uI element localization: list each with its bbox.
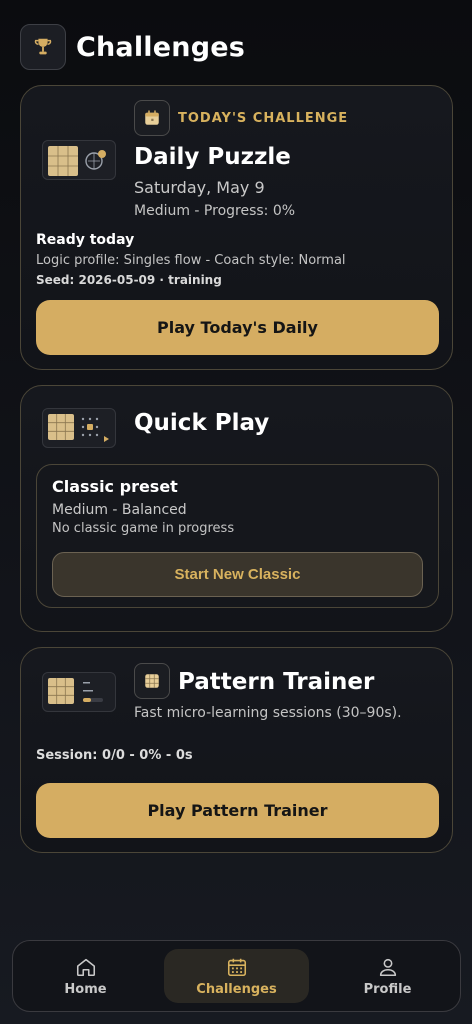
calendar-icon <box>227 958 246 976</box>
play-pattern-trainer-button[interactable]: Play Pattern Trainer <box>36 783 439 838</box>
start-new-classic-button[interactable]: Start New Classic <box>52 552 423 597</box>
nav-label-profile: Profile <box>363 981 412 997</box>
daily-puzzle-card: TODAY'S CHALLENGE Daily Puzzle Saturday,… <box>20 85 453 370</box>
daily-puzzle-date: Saturday, May 9 <box>134 178 265 197</box>
trophy-icon <box>20 24 66 70</box>
pattern-trainer-card: Pattern Trainer Fast micro-learning sess… <box>20 647 453 853</box>
home-icon <box>76 958 95 976</box>
nav-item-home[interactable]: Home <box>13 941 158 1011</box>
pattern-trainer-description: Fast micro-learning sessions (30–90s). <box>134 705 402 721</box>
calendar-badge-icon <box>134 100 170 136</box>
page-title: Challenges <box>76 31 246 63</box>
quick-play-thumbnail <box>42 408 116 448</box>
classic-preset-title: Classic preset <box>52 477 178 496</box>
daily-status: Ready today <box>36 232 135 248</box>
classic-preset-meta: Medium - Balanced <box>52 502 187 518</box>
todays-challenge-badge: TODAY'S CHALLENGE <box>178 111 349 126</box>
user-icon <box>379 958 396 976</box>
pattern-trainer-title: Pattern Trainer <box>178 669 375 695</box>
daily-seed: Seed: 2026-05-09 · training <box>36 273 222 287</box>
nav-label-challenges: Challenges <box>196 981 277 997</box>
classic-preset-status: No classic game in progress <box>52 521 235 536</box>
nav-item-challenges[interactable]: Challenges <box>164 949 309 1003</box>
quick-play-title: Quick Play <box>134 410 270 436</box>
pattern-trainer-thumbnail <box>42 672 116 712</box>
classic-preset-panel: Classic preset Medium - Balanced No clas… <box>36 464 439 608</box>
daily-puzzle-meta: Medium - Progress: 0% <box>134 203 296 219</box>
session-stats: Session: 0/0 - 0% - 0s <box>36 748 193 763</box>
daily-logic-profile: Logic profile: Singles flow - Coach styl… <box>36 253 346 268</box>
grid-badge-icon <box>134 663 170 699</box>
play-daily-button[interactable]: Play Today's Daily <box>36 300 439 355</box>
quick-play-card: Quick Play Classic preset Medium - Balan… <box>20 385 453 632</box>
daily-puzzle-title: Daily Puzzle <box>134 144 291 170</box>
page-header: Challenges <box>20 24 245 70</box>
nav-label-home: Home <box>64 981 107 997</box>
nav-item-profile[interactable]: Profile <box>315 941 460 1011</box>
daily-puzzle-thumbnail <box>42 140 116 180</box>
bottom-nav: Home Challenges Profile <box>12 940 461 1012</box>
